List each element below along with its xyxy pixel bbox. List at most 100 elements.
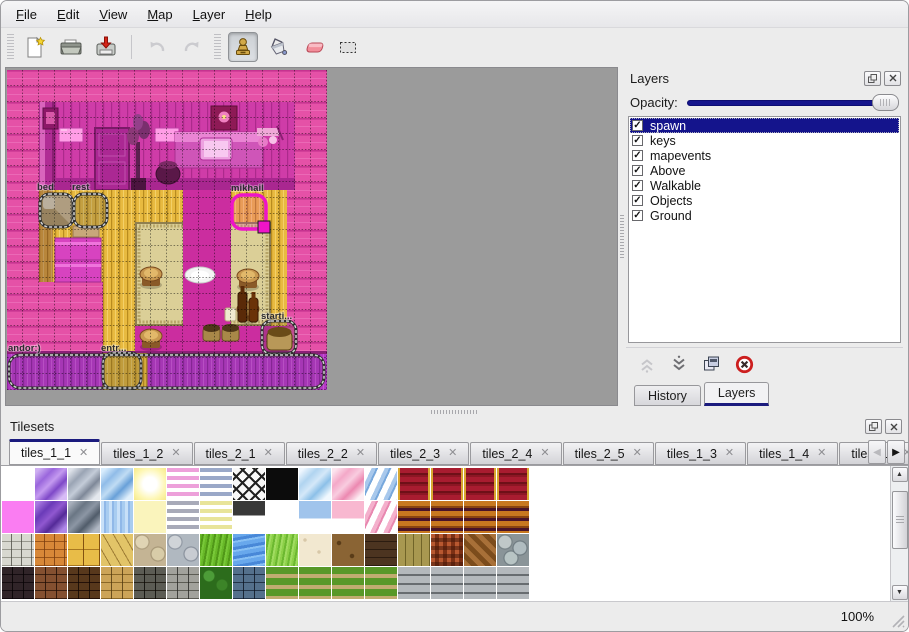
tile-water-deep[interactable] <box>233 534 265 566</box>
open-file-button[interactable] <box>56 32 86 62</box>
tile-grass[interactable] <box>266 534 298 566</box>
tab-close-icon[interactable]: ✕ <box>540 448 549 459</box>
tile-hedge-green[interactable] <box>200 567 232 599</box>
layer-visibility-checkbox[interactable]: ✓ <box>632 135 643 146</box>
tile-cobble-beige[interactable] <box>134 534 166 566</box>
tab-close-icon[interactable]: ✕ <box>171 448 180 459</box>
layer-row-Walkable[interactable]: ✓Walkable <box>630 178 899 193</box>
tile-ice-blue[interactable] <box>365 468 397 500</box>
tilesets-close-button[interactable] <box>885 419 902 434</box>
tab-close-icon[interactable]: ✕ <box>264 448 273 459</box>
menu-edit[interactable]: Edit <box>48 4 88 25</box>
layer-visibility-checkbox[interactable]: ✓ <box>632 180 643 191</box>
dock-tab-layers[interactable]: Layers <box>704 382 770 406</box>
tile-wood-orange[interactable] <box>431 501 463 533</box>
tileset-tab-tiles_2_2[interactable]: tiles_2_2✕ <box>286 442 377 465</box>
menu-map[interactable]: Map <box>138 4 181 25</box>
tile-grass-dark[interactable] <box>200 534 232 566</box>
map-object-starti[interactable]: starti... <box>261 311 296 354</box>
layer-visibility-checkbox[interactable]: ✓ <box>632 120 643 131</box>
layer-row-mapevents[interactable]: ✓mapevents <box>630 148 899 163</box>
tile-wood-orange[interactable] <box>497 501 529 533</box>
tile-sand[interactable] <box>299 534 331 566</box>
tab-close-icon[interactable]: ✕ <box>79 448 88 459</box>
tile-stone-gray[interactable] <box>2 534 34 566</box>
dock-tab-history[interactable]: History <box>634 385 701 406</box>
tile-stone-orange[interactable] <box>35 534 67 566</box>
tile-water[interactable] <box>101 501 133 533</box>
tile-brick-brown[interactable] <box>35 567 67 599</box>
tile-carpet-red[interactable] <box>464 468 496 500</box>
tile-crystal-ltblue[interactable] <box>299 468 331 500</box>
tile-crystal-gray-dk[interactable] <box>68 501 100 533</box>
tile-cobble-gray[interactable] <box>167 534 199 566</box>
tile-stripes-yellow[interactable] <box>200 501 232 533</box>
layer-visibility-checkbox[interactable]: ✓ <box>632 150 643 161</box>
lower-layer-button[interactable] <box>670 355 688 378</box>
tileset-tab-tiles_2_5[interactable]: tiles_2_5✕ <box>563 442 654 465</box>
tile-crystal-purple[interactable] <box>35 468 67 500</box>
opacity-slider[interactable] <box>687 94 899 111</box>
save-button[interactable] <box>91 32 121 62</box>
tileset-tab-tiles_2_3[interactable]: tiles_2_3✕ <box>378 442 469 465</box>
tile-planks-dark[interactable] <box>365 534 397 566</box>
tileset-tab-tiles_1_3[interactable]: tiles_1_3✕ <box>655 442 746 465</box>
tile-crystal-blue[interactable] <box>101 468 133 500</box>
tile-brick-darkest[interactable] <box>2 567 34 599</box>
tile-planks-gray[interactable] <box>464 567 496 599</box>
close-panel-button[interactable] <box>884 71 901 86</box>
tileset-tab-tiles_1_2[interactable]: tiles_1_2✕ <box>101 442 192 465</box>
tile-grass-flowers[interactable] <box>299 567 331 599</box>
tileset-tab-tiles_2_4[interactable]: tiles_2_4✕ <box>470 442 561 465</box>
opacity-slider-groove[interactable] <box>687 100 897 106</box>
delete-layer-button[interactable] <box>735 355 754 379</box>
layer-row-Above[interactable]: ✓Above <box>630 163 899 178</box>
tile-sign[interactable] <box>233 501 265 533</box>
layer-visibility-checkbox[interactable]: ✓ <box>632 210 643 221</box>
scroll-up-button[interactable]: ▲ <box>892 467 908 482</box>
raise-layer-button[interactable] <box>638 355 656 378</box>
toolbar-drag-handle-2[interactable] <box>214 34 221 60</box>
eraser-tool-button[interactable] <box>298 32 328 62</box>
tab-close-icon[interactable]: ✕ <box>633 448 642 459</box>
tile-tile-blue[interactable] <box>299 501 331 533</box>
tile-dirt[interactable] <box>332 534 364 566</box>
tile-wood-orange[interactable] <box>464 501 496 533</box>
tileset-scrollbar[interactable]: ▲ ▼ <box>890 466 908 601</box>
tile-black[interactable] <box>266 468 298 500</box>
tile-stripes-gray[interactable] <box>167 501 199 533</box>
tab-close-icon[interactable]: ✕ <box>725 448 734 459</box>
tile-brick-tan[interactable] <box>101 567 133 599</box>
tile-stone-yellow[interactable] <box>101 534 133 566</box>
tile-wood-orange[interactable] <box>398 501 430 533</box>
menu-view[interactable]: View <box>90 4 136 25</box>
stamp-tool-button[interactable] <box>228 32 258 62</box>
duplicate-layer-button[interactable] <box>702 355 721 378</box>
tile-crystal-purple-dk[interactable] <box>35 501 67 533</box>
tab-close-icon[interactable]: ✕ <box>817 448 826 459</box>
tile-planks-gray[interactable] <box>398 567 430 599</box>
tile-planks-gray[interactable] <box>431 567 463 599</box>
vertical-splitter[interactable] <box>618 65 626 408</box>
layer-row-Ground[interactable]: ✓Ground <box>630 208 899 223</box>
new-file-button[interactable] <box>21 32 51 62</box>
tile-ice-pink[interactable] <box>365 501 397 533</box>
undo-button[interactable] <box>142 32 172 62</box>
tile-stones-pile[interactable] <box>497 534 529 566</box>
tile-brick-blue[interactable] <box>233 567 265 599</box>
layer-visibility-checkbox[interactable]: ✓ <box>632 165 643 176</box>
float-panel-button[interactable] <box>864 71 881 86</box>
tileset-tab-tiles_1_1[interactable]: tiles_1_1✕ <box>9 439 100 465</box>
layer-row-spawn[interactable]: ✓spawn <box>630 118 899 133</box>
tile-lattice[interactable] <box>233 468 265 500</box>
tile-grass-flowers[interactable] <box>266 567 298 599</box>
tile-brick-gray[interactable] <box>167 567 199 599</box>
tile-stripes-blue[interactable] <box>200 468 232 500</box>
tile-carpet-red[interactable] <box>398 468 430 500</box>
tile-pink[interactable] <box>2 501 34 533</box>
tile-herringbone[interactable] <box>464 534 496 566</box>
object-resize-handle[interactable] <box>258 221 270 233</box>
tile-glow-yellow[interactable] <box>134 468 166 500</box>
horizontal-splitter[interactable] <box>1 408 908 415</box>
layer-row-keys[interactable]: ✓keys <box>630 133 899 148</box>
